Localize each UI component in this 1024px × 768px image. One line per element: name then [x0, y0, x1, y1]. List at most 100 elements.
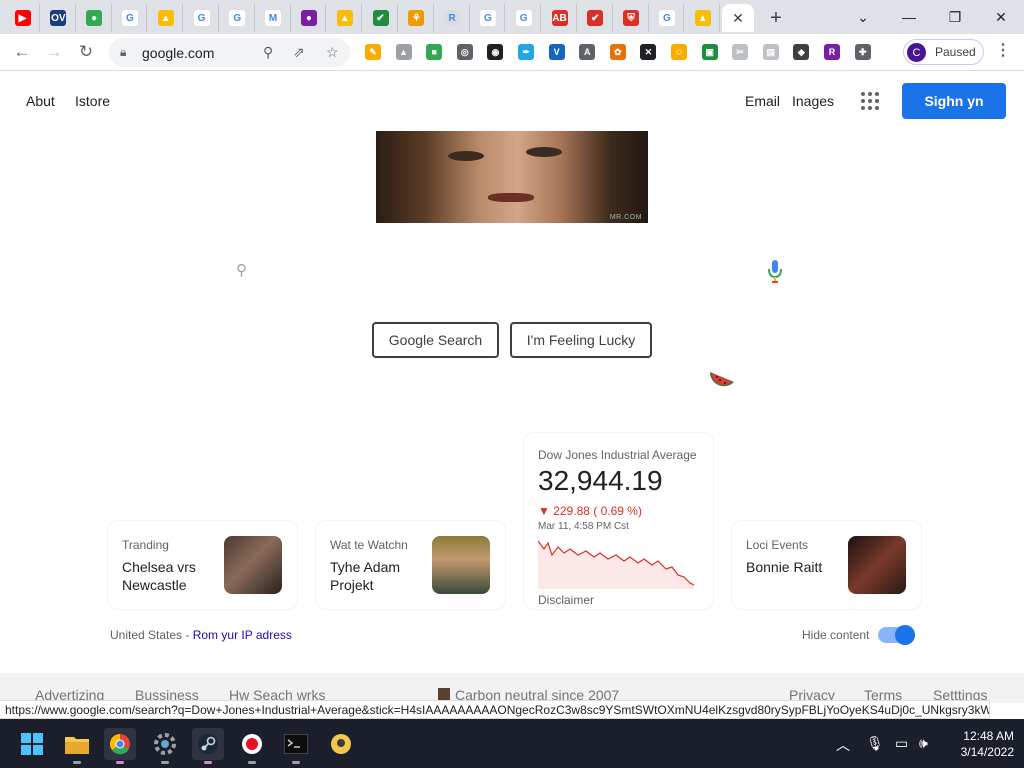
- tab-google[interactable]: G: [221, 4, 255, 32]
- tab-strip: ▶ OV ● G ▲ G G M ● ▲ ✔ ⚘ R G G AB ✔ ⛨ G ▲ ✕ + ⌄ — ❐ ✕: [0, 0, 1024, 34]
- close-window-button[interactable]: ✕: [981, 4, 1021, 30]
- ov-favicon-icon: OV: [50, 10, 67, 26]
- font-icon[interactable]: A: [579, 44, 596, 60]
- status-bar-url: https://www.google.com/search?q=Dow+Jone…: [0, 700, 990, 719]
- share-icon[interactable]: ⇗: [293, 44, 305, 61]
- google-search-button[interactable]: Google Search: [372, 322, 499, 358]
- google-logo-doodle[interactable]: MR.COM: [376, 131, 648, 223]
- tab-check[interactable]: ✔: [364, 4, 398, 32]
- tab-shield[interactable]: ⛨: [615, 4, 649, 32]
- reload-button[interactable]: ↻: [74, 40, 98, 64]
- record-icon[interactable]: [236, 728, 268, 764]
- about-link[interactable]: Abut: [26, 93, 55, 109]
- location-icon[interactable]: ⚲: [263, 44, 273, 61]
- stylus-icon[interactable]: ✒: [518, 44, 534, 60]
- taskbar-clock[interactable]: 12:48 AM 3/14/2022: [944, 728, 1014, 760]
- tab-app[interactable]: R: [436, 4, 470, 32]
- profile-status: Paused: [935, 45, 976, 59]
- search-input[interactable]: [264, 258, 754, 284]
- events-card[interactable]: Loci Events Bonnie Raitt: [732, 521, 921, 609]
- tab-extension[interactable]: ●: [292, 4, 327, 32]
- network-tray-icon[interactable]: ▭: [895, 735, 908, 752]
- sign-in-button[interactable]: Sighn yn: [902, 83, 1006, 119]
- watching-card[interactable]: Wat te Watchn Tyhe Adam Projekt: [316, 521, 505, 609]
- events-thumbnail: [848, 536, 906, 594]
- hat-icon[interactable]: ◆: [793, 44, 810, 60]
- tab-search-icon[interactable]: ⌄: [843, 4, 883, 30]
- tab-app[interactable]: AB: [543, 4, 577, 32]
- tab-gmail[interactable]: M: [257, 4, 291, 32]
- store-link[interactable]: Istore: [75, 93, 110, 109]
- google-favicon-icon: G: [658, 10, 675, 26]
- images-link[interactable]: Inages: [792, 93, 834, 109]
- microphone-tray-icon[interactable]: 🎙︎: [866, 735, 884, 752]
- tab-google[interactable]: G: [471, 4, 506, 32]
- tools-icon[interactable]: ✕: [640, 44, 657, 60]
- trending-card[interactable]: Tranding Chelsea vrs Newcastle: [108, 521, 297, 609]
- tab-google[interactable]: G: [650, 4, 685, 32]
- tab-drive[interactable]: ▲: [686, 4, 721, 32]
- feeling-lucky-button[interactable]: I'm Feeling Lucky: [510, 322, 652, 358]
- green-square-icon[interactable]: ■: [426, 44, 443, 60]
- steam-icon[interactable]: [192, 728, 224, 764]
- minimize-button[interactable]: —: [889, 4, 929, 30]
- vpn-icon[interactable]: V: [548, 44, 565, 60]
- update-location-link[interactable]: Rom yur IP adress: [193, 628, 292, 642]
- image-icon[interactable]: ▣: [701, 44, 718, 60]
- wifi-icon[interactable]: ◎: [456, 44, 473, 60]
- forward-button[interactable]: →: [42, 40, 66, 64]
- tab-google[interactable]: G: [185, 4, 219, 32]
- yellow-app-icon[interactable]: [325, 728, 357, 760]
- back-button[interactable]: ←: [10, 40, 34, 64]
- pencil-icon[interactable]: ✎: [365, 44, 381, 60]
- tab-youtube[interactable]: ▶: [6, 4, 40, 32]
- location-line: United States - Rom yur IP adress: [110, 628, 292, 642]
- smiley-icon[interactable]: ☺: [671, 44, 687, 60]
- watermelon-icon: [709, 372, 734, 387]
- chrome-icon[interactable]: [104, 728, 136, 764]
- terminal-icon[interactable]: [280, 728, 312, 764]
- profile-button[interactable]: C Paused: [903, 39, 984, 65]
- tab-drive[interactable]: ▲: [149, 4, 184, 32]
- triangle-icon[interactable]: ▲: [395, 44, 412, 60]
- voice-search-icon[interactable]: [767, 258, 783, 284]
- rainbow-icon[interactable]: ✿: [609, 44, 626, 60]
- volume-tray-icon[interactable]: 🕪︎: [919, 735, 928, 752]
- stock-name: Dow Jones Industrial Average: [538, 448, 697, 462]
- tab-todoist[interactable]: ✔: [579, 4, 613, 32]
- tab-google[interactable]: G: [507, 4, 542, 32]
- extensions-icon[interactable]: ✚: [854, 44, 871, 60]
- stock-card[interactable]: Dow Jones Industrial Average 32,944.19 ▼…: [524, 433, 713, 609]
- tab-active-close[interactable]: ✕: [722, 4, 754, 32]
- gmail-link[interactable]: Email: [745, 93, 780, 109]
- trending-text: Chelsea vrs Newcastle: [122, 559, 196, 593]
- google-favicon-icon: G: [193, 10, 210, 26]
- hide-content-toggle[interactable]: [878, 625, 915, 645]
- address-bar[interactable]: 🔒︎ google.com ⚲ ⇗ ☆: [109, 38, 350, 67]
- restore-button[interactable]: ❐: [935, 4, 975, 30]
- tab-app[interactable]: ⚘: [400, 4, 434, 32]
- file-explorer-icon[interactable]: [61, 728, 93, 764]
- tray-overflow-icon[interactable]: ︿: [836, 735, 850, 755]
- new-tab-button[interactable]: +: [764, 6, 788, 30]
- lock-icon[interactable]: 🔒︎: [120, 45, 126, 60]
- tab-messages[interactable]: ●: [78, 4, 112, 32]
- clock-date: 3/14/2022: [960, 745, 1014, 759]
- tab-drive[interactable]: ▲: [328, 4, 363, 32]
- r-icon[interactable]: R: [824, 44, 840, 60]
- stock-disclaimer[interactable]: Disclaimer: [538, 593, 594, 607]
- google-favicon-icon: G: [229, 10, 246, 26]
- puzzle-gray-icon[interactable]: ▤: [762, 44, 779, 60]
- tab-ov[interactable]: OV: [42, 4, 76, 32]
- address-url[interactable]: google.com: [142, 45, 214, 61]
- tab-google[interactable]: G: [113, 4, 148, 32]
- browser-menu-icon[interactable]: ⋮: [995, 40, 1011, 60]
- start-icon[interactable]: [16, 728, 48, 760]
- settings-gear-icon[interactable]: [149, 728, 181, 764]
- bookmark-star-icon[interactable]: ☆: [326, 44, 339, 61]
- google-apps-icon[interactable]: [861, 92, 879, 110]
- stock-change: ▼ 229.88 ( 0.69 %): [538, 504, 642, 518]
- scissors-icon[interactable]: ✂: [732, 44, 749, 60]
- close-tab-icon[interactable]: ✕: [732, 10, 744, 27]
- rss-icon[interactable]: ◉: [487, 44, 504, 60]
